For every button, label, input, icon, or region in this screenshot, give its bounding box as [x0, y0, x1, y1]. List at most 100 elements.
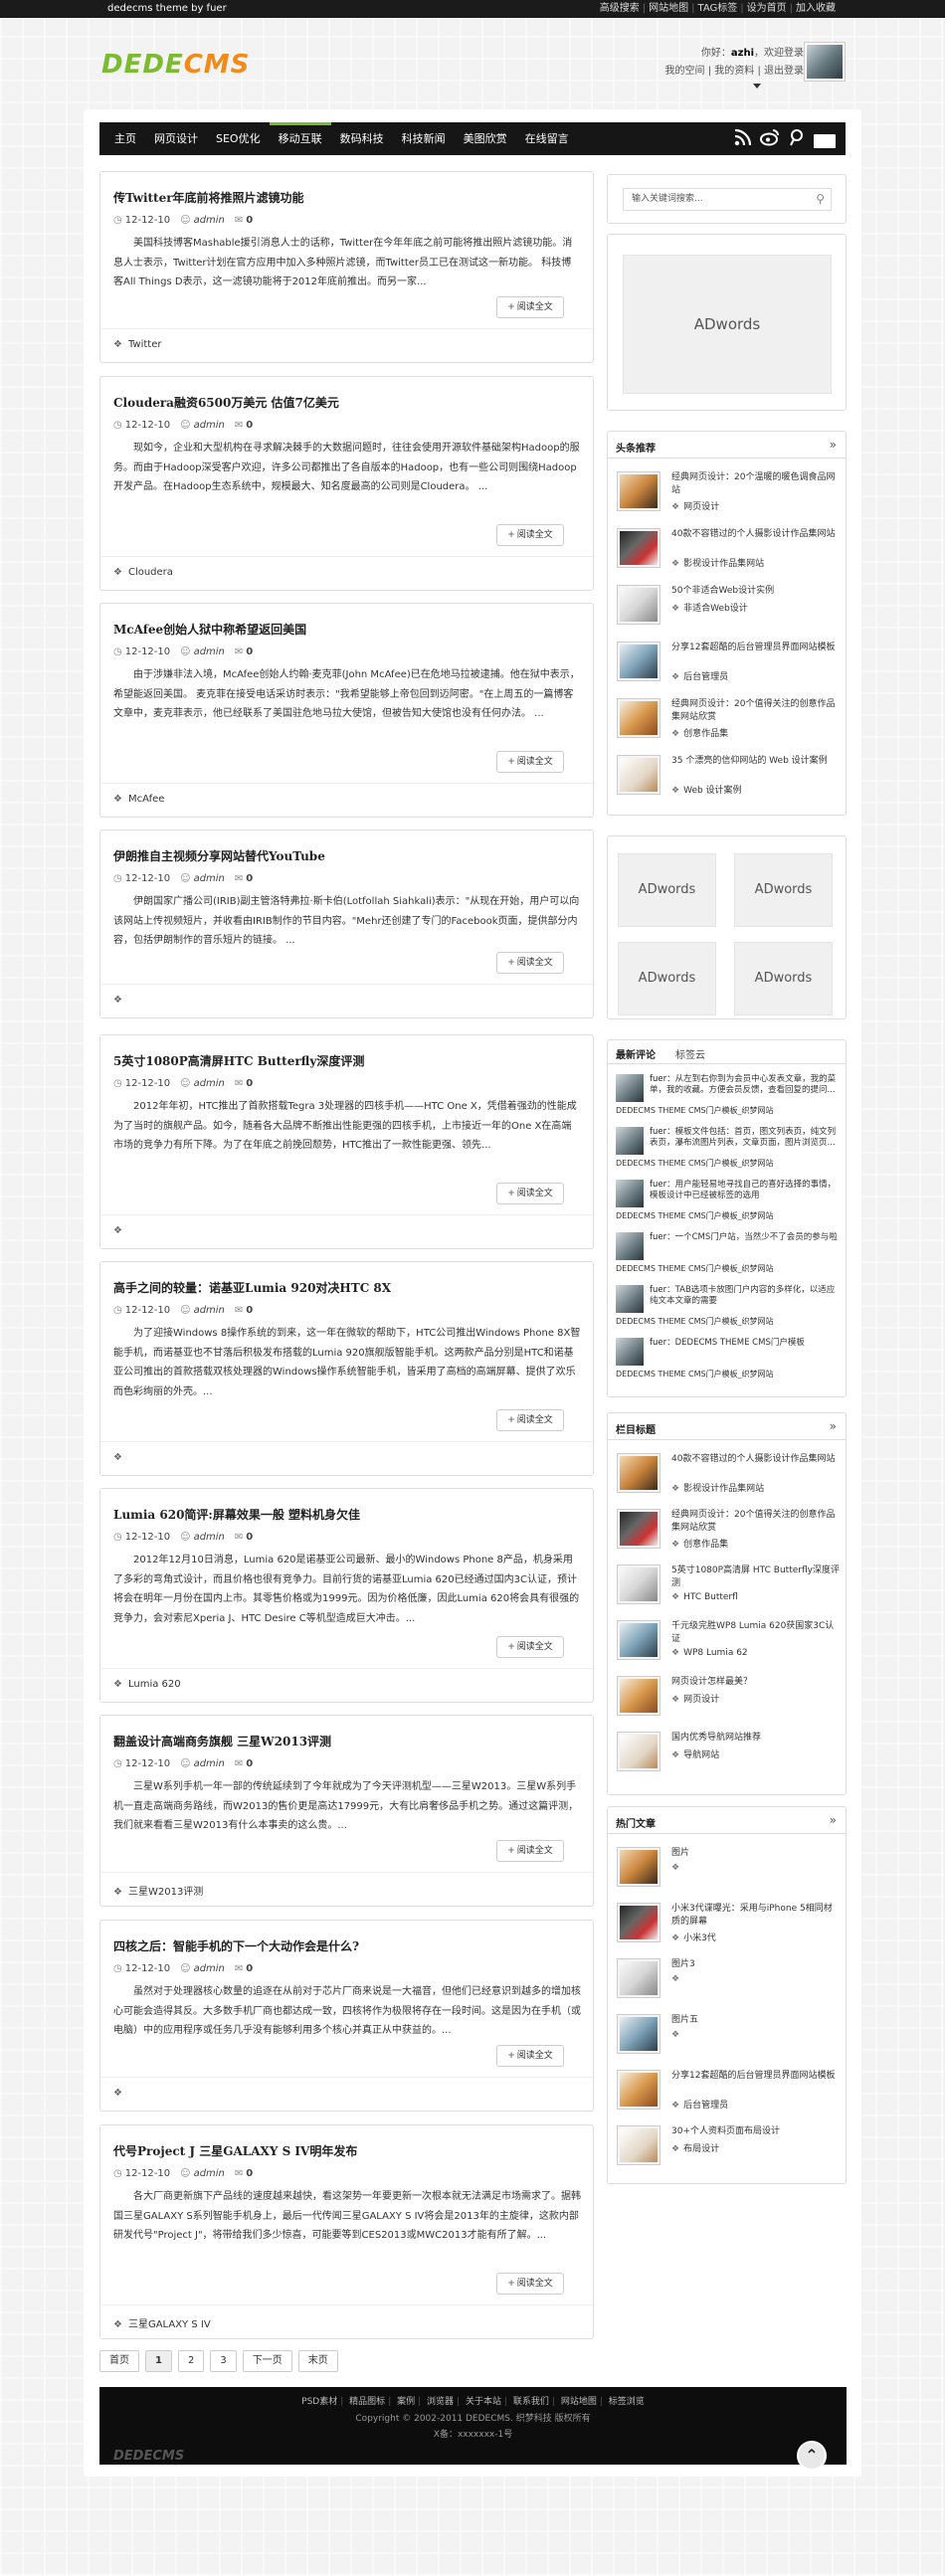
ad-banner[interactable]: ADwords — [618, 942, 716, 1015]
nav-item-mobile[interactable]: 移动互联 — [269, 122, 331, 155]
item-category[interactable]: ❖ 后台管理员 — [671, 2098, 728, 2111]
nav-item-tech-news[interactable]: 科技新闻 — [393, 122, 455, 155]
thumbnail[interactable] — [617, 1958, 661, 1998]
post-tag[interactable]: Lumia 620 — [128, 1679, 181, 1690]
comment-text[interactable]: fuer：一个CMS门户站，当然少不了会员的参与啦 — [650, 1232, 841, 1243]
avatar[interactable] — [616, 1180, 644, 1207]
top-link-set-home[interactable]: 设为首页 — [747, 0, 787, 18]
thumbnail[interactable] — [617, 642, 661, 681]
item-category[interactable]: ❖ 创意作品集 — [671, 1537, 728, 1550]
post-tag[interactable]: 三星W2013评测 — [128, 1887, 203, 1898]
read-more-button[interactable]: + 阅读全文 — [496, 524, 564, 546]
thumbnail[interactable] — [617, 1564, 661, 1604]
item-category[interactable]: ❖ Web 设计案例 — [671, 783, 742, 796]
columns-item[interactable]: 网页设计怎样最美？ ❖ 网页设计 — [617, 1676, 841, 1720]
columns-item[interactable]: 经典网页设计：20个值得关注的创意作品集网站欣赏 ❖ 创意作品集 — [617, 1509, 841, 1553]
item-category[interactable]: ❖ HTC Butterfl — [671, 1592, 738, 1602]
item-title[interactable]: 40款不容错过的个人摄影设计作品集网站 — [671, 1453, 841, 1466]
columns-item[interactable]: 千元级完胜WP8 Lumia 620获国家3C认证 ❖ WP8 Lumia 62 — [617, 1620, 841, 1664]
post-comments[interactable]: 0 — [246, 1963, 253, 1974]
read-more-button[interactable]: + 阅读全文 — [496, 2273, 564, 2295]
hot-item[interactable]: 图片3 ❖ — [617, 1958, 841, 2002]
post-title[interactable]: 代号Project J 三星GALAXY S IV明年发布 — [113, 2142, 357, 2159]
ad-banner[interactable]: ADwords — [623, 255, 832, 394]
comment-text[interactable]: fuer：用户能轻易地寻找自己的喜好选择的事情，模板设计中已经被标签的选用 — [650, 1180, 841, 1201]
recommend-item[interactable]: 35 个漂亮的信仰网站的 Web 设计案例 ❖ Web 设计案例 — [617, 755, 841, 799]
hot-item[interactable]: 小米3代谍曝光：采用与iPhone 5相同材质的屏幕 ❖ 小米3代 — [617, 1903, 841, 1946]
nav-item-message[interactable]: 在线留言 — [516, 122, 578, 155]
thumbnail[interactable] — [617, 755, 661, 795]
footer-link[interactable]: PSD素材 — [301, 2397, 337, 2407]
mail-icon[interactable] — [814, 133, 836, 148]
post-author[interactable]: admin — [194, 1078, 225, 1089]
post-author[interactable]: admin — [194, 2168, 225, 2179]
post-comments[interactable]: 0 — [246, 2168, 253, 2179]
comment-item[interactable]: fuer：一个CMS门户站，当然少不了会员的参与啦 DEDECMS THEME C… — [616, 1232, 841, 1276]
thumbnail[interactable] — [617, 585, 661, 625]
post-author[interactable]: admin — [194, 215, 225, 226]
avatar[interactable] — [616, 1232, 644, 1260]
comment-text[interactable]: fuer：TAB选项卡放图门户内容的多样化，以适应纯文本文章的需要 — [650, 1285, 841, 1307]
comment-source[interactable]: DEDECMS THEME CMS门户模板_织梦网站 — [616, 1158, 774, 1169]
read-more-button[interactable]: + 阅读全文 — [496, 1636, 564, 1658]
post-title[interactable]: McAfee创始人狱中称希望返回美国 — [113, 621, 306, 638]
tab-latest-comments[interactable]: 最新评论 — [616, 1046, 656, 1061]
item-title[interactable]: 经典网页设计：20个温暖的暖色调食品网站 — [671, 471, 841, 497]
item-category[interactable]: ❖ 后台管理员 — [671, 669, 728, 682]
comment-item[interactable]: fuer：模板文件包括：首页，图文列表页，纯文列表页，瀑布流图片列表，文章页面，… — [616, 1127, 841, 1171]
recommend-item[interactable]: 经典网页设计：20个值得关注的创意作品集网站欣赏 ❖ 创意作品集 — [617, 698, 841, 742]
item-title[interactable]: 图片3 — [671, 1958, 841, 1971]
comment-item[interactable]: fuer：用户能轻易地寻找自己的喜好选择的事情，模板设计中已经被标签的选用 DED… — [616, 1180, 841, 1223]
my-space-link[interactable]: 我的空间 — [665, 66, 705, 77]
comment-source[interactable]: DEDECMS THEME CMS门户模板_织梦网站 — [616, 1263, 774, 1274]
item-category[interactable]: ❖ 创意作品集 — [671, 726, 728, 739]
avatar[interactable] — [616, 1127, 644, 1155]
item-title[interactable]: 图片 — [671, 1847, 841, 1860]
comment-text[interactable]: fuer：DEDECMS THEME CMS门户模板 — [650, 1338, 841, 1349]
item-category[interactable]: ❖ — [671, 1974, 683, 1984]
page-3[interactable]: 3 — [210, 2350, 237, 2372]
thumbnail[interactable] — [617, 1847, 661, 1887]
page-last[interactable]: 末页 — [297, 2350, 338, 2372]
avatar[interactable] — [804, 42, 846, 82]
post-comments[interactable]: 0 — [246, 215, 253, 226]
columns-item[interactable]: 5英寸1080P高清屏 HTC Butterfly深度评测 ❖ HTC Butter… — [617, 1564, 841, 1608]
footer-link[interactable]: 联系我们 — [513, 2397, 549, 2407]
hot-item[interactable]: 图片 ❖ — [617, 1847, 841, 1891]
thumbnail[interactable] — [617, 1620, 661, 1660]
post-title[interactable]: Lumia 620简评:屏幕效果一般 塑料机身欠佳 — [113, 1506, 360, 1523]
item-title[interactable]: 图片五 — [671, 2014, 841, 2027]
comment-item[interactable]: fuer：DEDECMS THEME CMS门户模板 DEDECMS THEME … — [616, 1338, 841, 1381]
item-category[interactable]: ❖ 网页设计 — [671, 499, 719, 512]
top-link-bookmark[interactable]: 加入收藏 — [796, 0, 836, 18]
thumbnail[interactable] — [617, 2014, 661, 2054]
page-next[interactable]: 下一页 — [242, 2350, 292, 2372]
item-category[interactable]: ❖ 影视设计作品集网站 — [671, 1481, 764, 1494]
page-2[interactable]: 2 — [177, 2350, 205, 2372]
item-title[interactable]: 分享12套超酷的后台管理员界面网站模板 — [671, 2070, 841, 2083]
post-author[interactable]: admin — [194, 646, 225, 657]
post-comments[interactable]: 0 — [246, 873, 253, 884]
page-1[interactable]: 1 — [145, 2350, 172, 2372]
hot-item[interactable]: 分享12套超酷的后台管理员界面网站模板 ❖ 后台管理员 — [617, 2070, 841, 2114]
read-more-button[interactable]: + 阅读全文 — [496, 952, 564, 974]
item-category[interactable]: ❖ 网页设计 — [671, 1692, 719, 1705]
thumbnail[interactable] — [617, 1676, 661, 1716]
thumbnail[interactable] — [617, 528, 661, 568]
post-author[interactable]: admin — [194, 420, 225, 431]
columns-item[interactable]: 国内优秀导航网站推荐 ❖ 导航网站 — [617, 1732, 841, 1775]
read-more-button[interactable]: + 阅读全文 — [496, 1183, 564, 1204]
top-link-advanced-search[interactable]: 高级搜索 — [600, 0, 640, 18]
post-comments[interactable]: 0 — [246, 1078, 253, 1089]
read-more-button[interactable]: + 阅读全文 — [496, 2045, 564, 2067]
item-title[interactable]: 30+个人资料页面布局设计 — [671, 2125, 841, 2138]
nav-item-gallery[interactable]: 美图欣赏 — [455, 122, 516, 155]
thumbnail[interactable] — [617, 698, 661, 738]
post-title[interactable]: 翻盖设计高端商务旗舰 三星W2013评测 — [113, 1733, 331, 1749]
search-input[interactable]: 输入关键词搜索... ⚲ — [623, 188, 832, 211]
recommend-item[interactable]: 40款不容错过的个人摄影设计作品集网站 ❖ 影视设计作品集网站 — [617, 528, 841, 572]
avatar[interactable] — [616, 1285, 644, 1313]
comment-item[interactable]: fuer：TAB选项卡放图门户内容的多样化，以适应纯文本文章的需要 DEDECMS… — [616, 1285, 841, 1329]
footer-link[interactable]: 浏览器 — [427, 2397, 454, 2407]
footer-link[interactable]: 关于本站 — [466, 2397, 501, 2407]
